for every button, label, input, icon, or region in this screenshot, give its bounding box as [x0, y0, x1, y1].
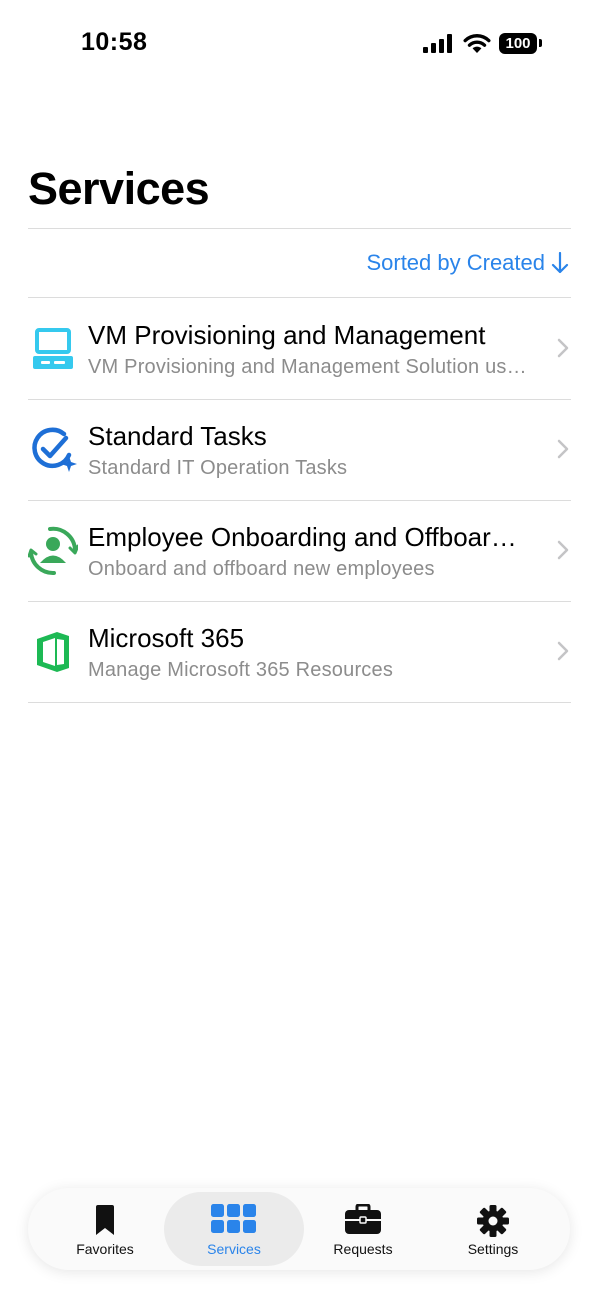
- status-time: 10:58: [81, 28, 148, 56]
- wifi-icon: [463, 34, 491, 53]
- arrow-down-icon: [551, 252, 569, 274]
- briefcase-icon: [345, 1204, 381, 1234]
- office-icon: [28, 625, 78, 679]
- chevron-right-icon: [557, 338, 569, 358]
- chevron-right-icon: [557, 439, 569, 459]
- row-divider: [28, 702, 571, 703]
- battery-indicator: 100: [499, 33, 537, 54]
- check-sparkle-icon: [28, 423, 78, 477]
- cellular-signal-icon: [423, 34, 452, 53]
- tab-services[interactable]: Services: [164, 1192, 304, 1266]
- computer-icon: [28, 322, 78, 376]
- tab-label: Settings: [467, 1241, 519, 1257]
- tab-label: Services: [207, 1241, 261, 1257]
- service-row-microsoft-365[interactable]: Microsoft 365 Manage Microsoft 365 Resou…: [28, 601, 571, 701]
- service-row-employee-onboarding[interactable]: Employee Onboarding and Offboar… Onboard…: [28, 500, 571, 600]
- grid-icon: [211, 1204, 256, 1233]
- tab-label: Requests: [333, 1241, 393, 1257]
- person-cycle-icon: [28, 524, 78, 578]
- tab-bar: Favorites Services Requests Settings: [28, 1188, 570, 1270]
- sort-button[interactable]: Sorted by Created: [366, 250, 569, 276]
- service-subtitle: Manage Microsoft 365 Resources: [88, 659, 394, 681]
- tab-label: Favorites: [76, 1241, 134, 1257]
- service-subtitle: Standard IT Operation Tasks: [88, 457, 348, 479]
- service-title: Employee Onboarding and Offboar…: [88, 522, 517, 552]
- service-title: VM Provisioning and Management: [88, 320, 486, 350]
- tab-requests[interactable]: Requests: [298, 1192, 428, 1266]
- service-row-standard-tasks[interactable]: Standard Tasks Standard IT Operation Tas…: [28, 399, 571, 499]
- chevron-right-icon: [557, 540, 569, 560]
- service-title: Standard Tasks: [88, 421, 267, 451]
- service-title: Microsoft 365: [88, 623, 245, 653]
- chevron-right-icon: [557, 641, 569, 661]
- service-subtitle: VM Provisioning and Management Solution …: [88, 356, 527, 378]
- status-bar: 10:58 100: [0, 0, 598, 90]
- battery-level: 100: [505, 35, 531, 52]
- tab-settings[interactable]: Settings: [428, 1192, 558, 1266]
- service-row-vm-provisioning[interactable]: VM Provisioning and Management VM Provis…: [28, 298, 571, 398]
- tab-favorites[interactable]: Favorites: [40, 1192, 170, 1266]
- service-subtitle: Onboard and offboard new employees: [88, 558, 435, 580]
- page-title: Services: [28, 163, 210, 214]
- sort-label: Sorted by Created: [366, 250, 545, 275]
- bookmark-icon: [96, 1205, 114, 1235]
- battery-tip: [539, 39, 542, 47]
- gear-icon: [477, 1205, 509, 1237]
- title-divider: [28, 228, 571, 229]
